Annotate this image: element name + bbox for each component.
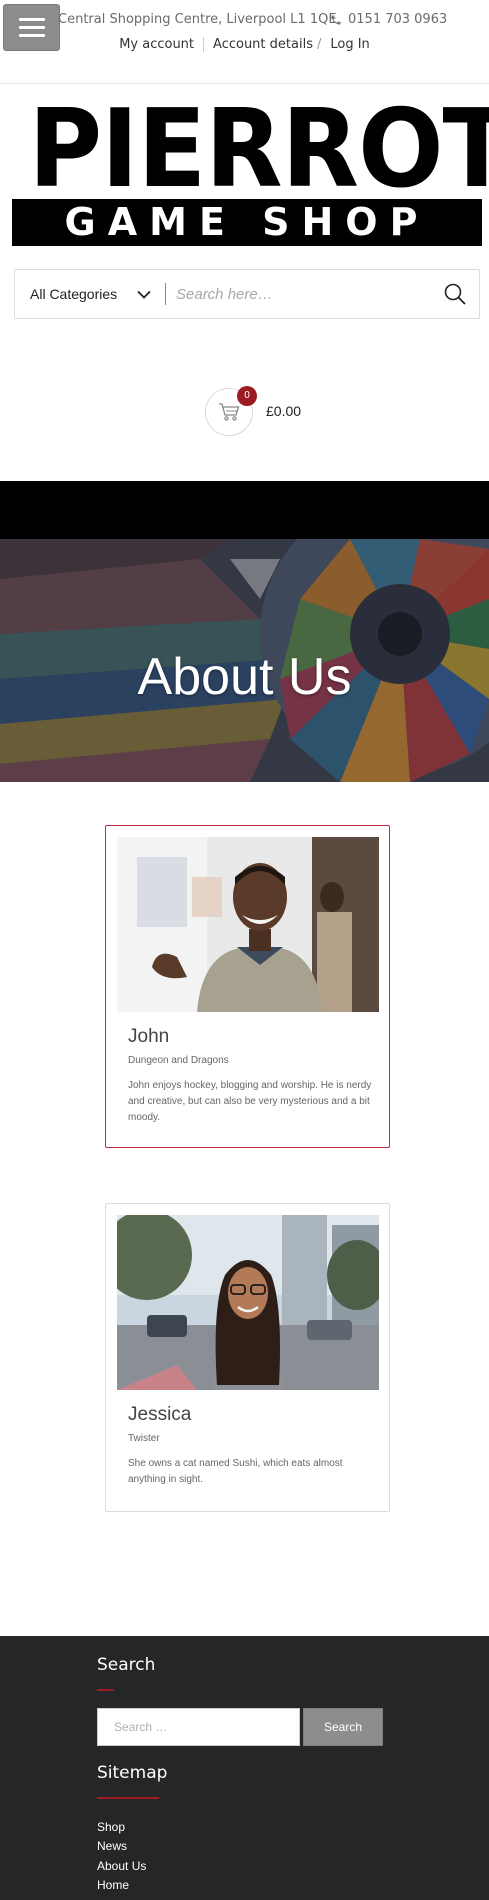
heading-underline: [97, 1689, 114, 1691]
footer-search-button[interactable]: Search: [303, 1708, 383, 1746]
sitemap-link-shop[interactable]: Shop: [97, 1820, 125, 1834]
category-select[interactable]: All Categories: [15, 286, 165, 302]
cart-total: £0.00: [266, 403, 302, 419]
footer-sitemap-heading: Sitemap: [97, 1763, 168, 1783]
hamburger-icon-line: [18, 26, 45, 29]
store-address: Central Shopping Centre, Liverpool L1 1Q…: [58, 12, 337, 27]
phone-number: 0151 703 0963: [348, 12, 448, 27]
product-search-bar: All Categories: [14, 269, 480, 319]
account-links: My account Account details / Log In: [0, 37, 489, 52]
page-title: About Us: [137, 648, 352, 706]
search-icon: [444, 283, 466, 305]
site-logo[interactable]: PIERROT GAME SHOP: [12, 87, 489, 246]
top-bar: Central Shopping Centre, Liverpool L1 1Q…: [0, 0, 489, 84]
cart-count-badge: 0: [237, 386, 257, 406]
heading-underline: [97, 1797, 159, 1799]
phone-icon: [330, 14, 342, 26]
team-member-photo: [117, 1215, 379, 1390]
footer-search-input[interactable]: [97, 1708, 300, 1746]
store-phone: 0151 703 0963: [330, 12, 447, 27]
main-nav-band: [0, 481, 489, 539]
team-member-bio: She owns a cat named Sushi, which eats a…: [128, 1458, 343, 1485]
team-member-bio: John enjoys hockey, blogging and worship…: [128, 1080, 372, 1123]
site-footer: [0, 1636, 489, 1900]
cart-icon: [219, 403, 240, 421]
footer-search-heading: Search: [97, 1655, 156, 1675]
login-link[interactable]: Log In: [321, 37, 378, 52]
logo-bottom-word: GAME SHOP: [12, 199, 482, 246]
team-card[interactable]: Jessica Twister She owns a cat named Sus…: [105, 1203, 390, 1512]
team-member-role: Dungeon and Dragons: [128, 1055, 229, 1066]
team-member-photo: [117, 837, 379, 1012]
search-input[interactable]: [166, 285, 431, 303]
team-member-role: Twister: [128, 1433, 160, 1444]
category-select-value: All Categories: [30, 286, 118, 302]
search-button[interactable]: [431, 270, 479, 318]
account-details-link[interactable]: Account details: [204, 37, 317, 52]
hamburger-icon-line: [18, 18, 45, 21]
team-card[interactable]: John Dungeon and Dragons John enjoys hoc…: [105, 825, 390, 1148]
sitemap-link-about-us[interactable]: About Us: [97, 1859, 146, 1873]
chevron-down-icon: [137, 290, 151, 299]
logo-top-word: PIERROT: [28, 87, 489, 212]
sitemap-link-news[interactable]: News: [97, 1839, 127, 1853]
sitemap-link-home[interactable]: Home: [97, 1878, 129, 1892]
my-account-link[interactable]: My account: [110, 37, 203, 52]
hero-banner: About Us: [0, 539, 489, 782]
team-member-name: Jessica: [128, 1404, 192, 1425]
team-member-name: John: [128, 1026, 170, 1047]
